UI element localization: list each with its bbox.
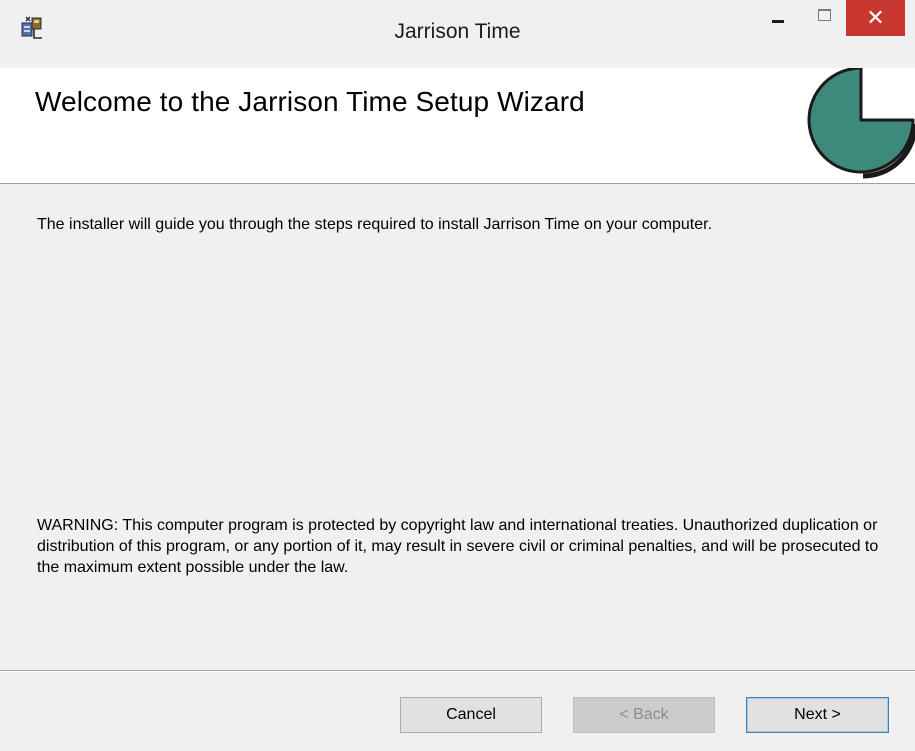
close-icon: ✕ <box>866 5 885 30</box>
footer-divider <box>0 670 915 672</box>
minimize-button[interactable] <box>761 0 795 34</box>
title-bar[interactable]: Jarrison Time ✕ <box>0 0 915 68</box>
pie-clock-logo-icon <box>807 68 915 179</box>
page-title: Welcome to the Jarrison Time Setup Wizar… <box>35 86 585 117</box>
next-button[interactable]: Next > <box>746 697 889 733</box>
cancel-button[interactable]: Cancel <box>400 697 542 733</box>
back-button: < Back <box>573 697 715 733</box>
setup-wizard-window: Jarrison Time ✕ Welcome to the Jarrison … <box>0 0 915 751</box>
close-button[interactable]: ✕ <box>846 0 905 36</box>
minimize-icon <box>772 19 784 23</box>
maximize-button[interactable] <box>807 0 841 34</box>
maximize-icon <box>817 9 831 21</box>
intro-text: The installer will guide you through the… <box>37 216 713 233</box>
copyright-warning-text: WARNING: This computer program is protec… <box>37 517 879 576</box>
wizard-banner: Welcome to the Jarrison Time Setup Wizar… <box>0 68 915 184</box>
